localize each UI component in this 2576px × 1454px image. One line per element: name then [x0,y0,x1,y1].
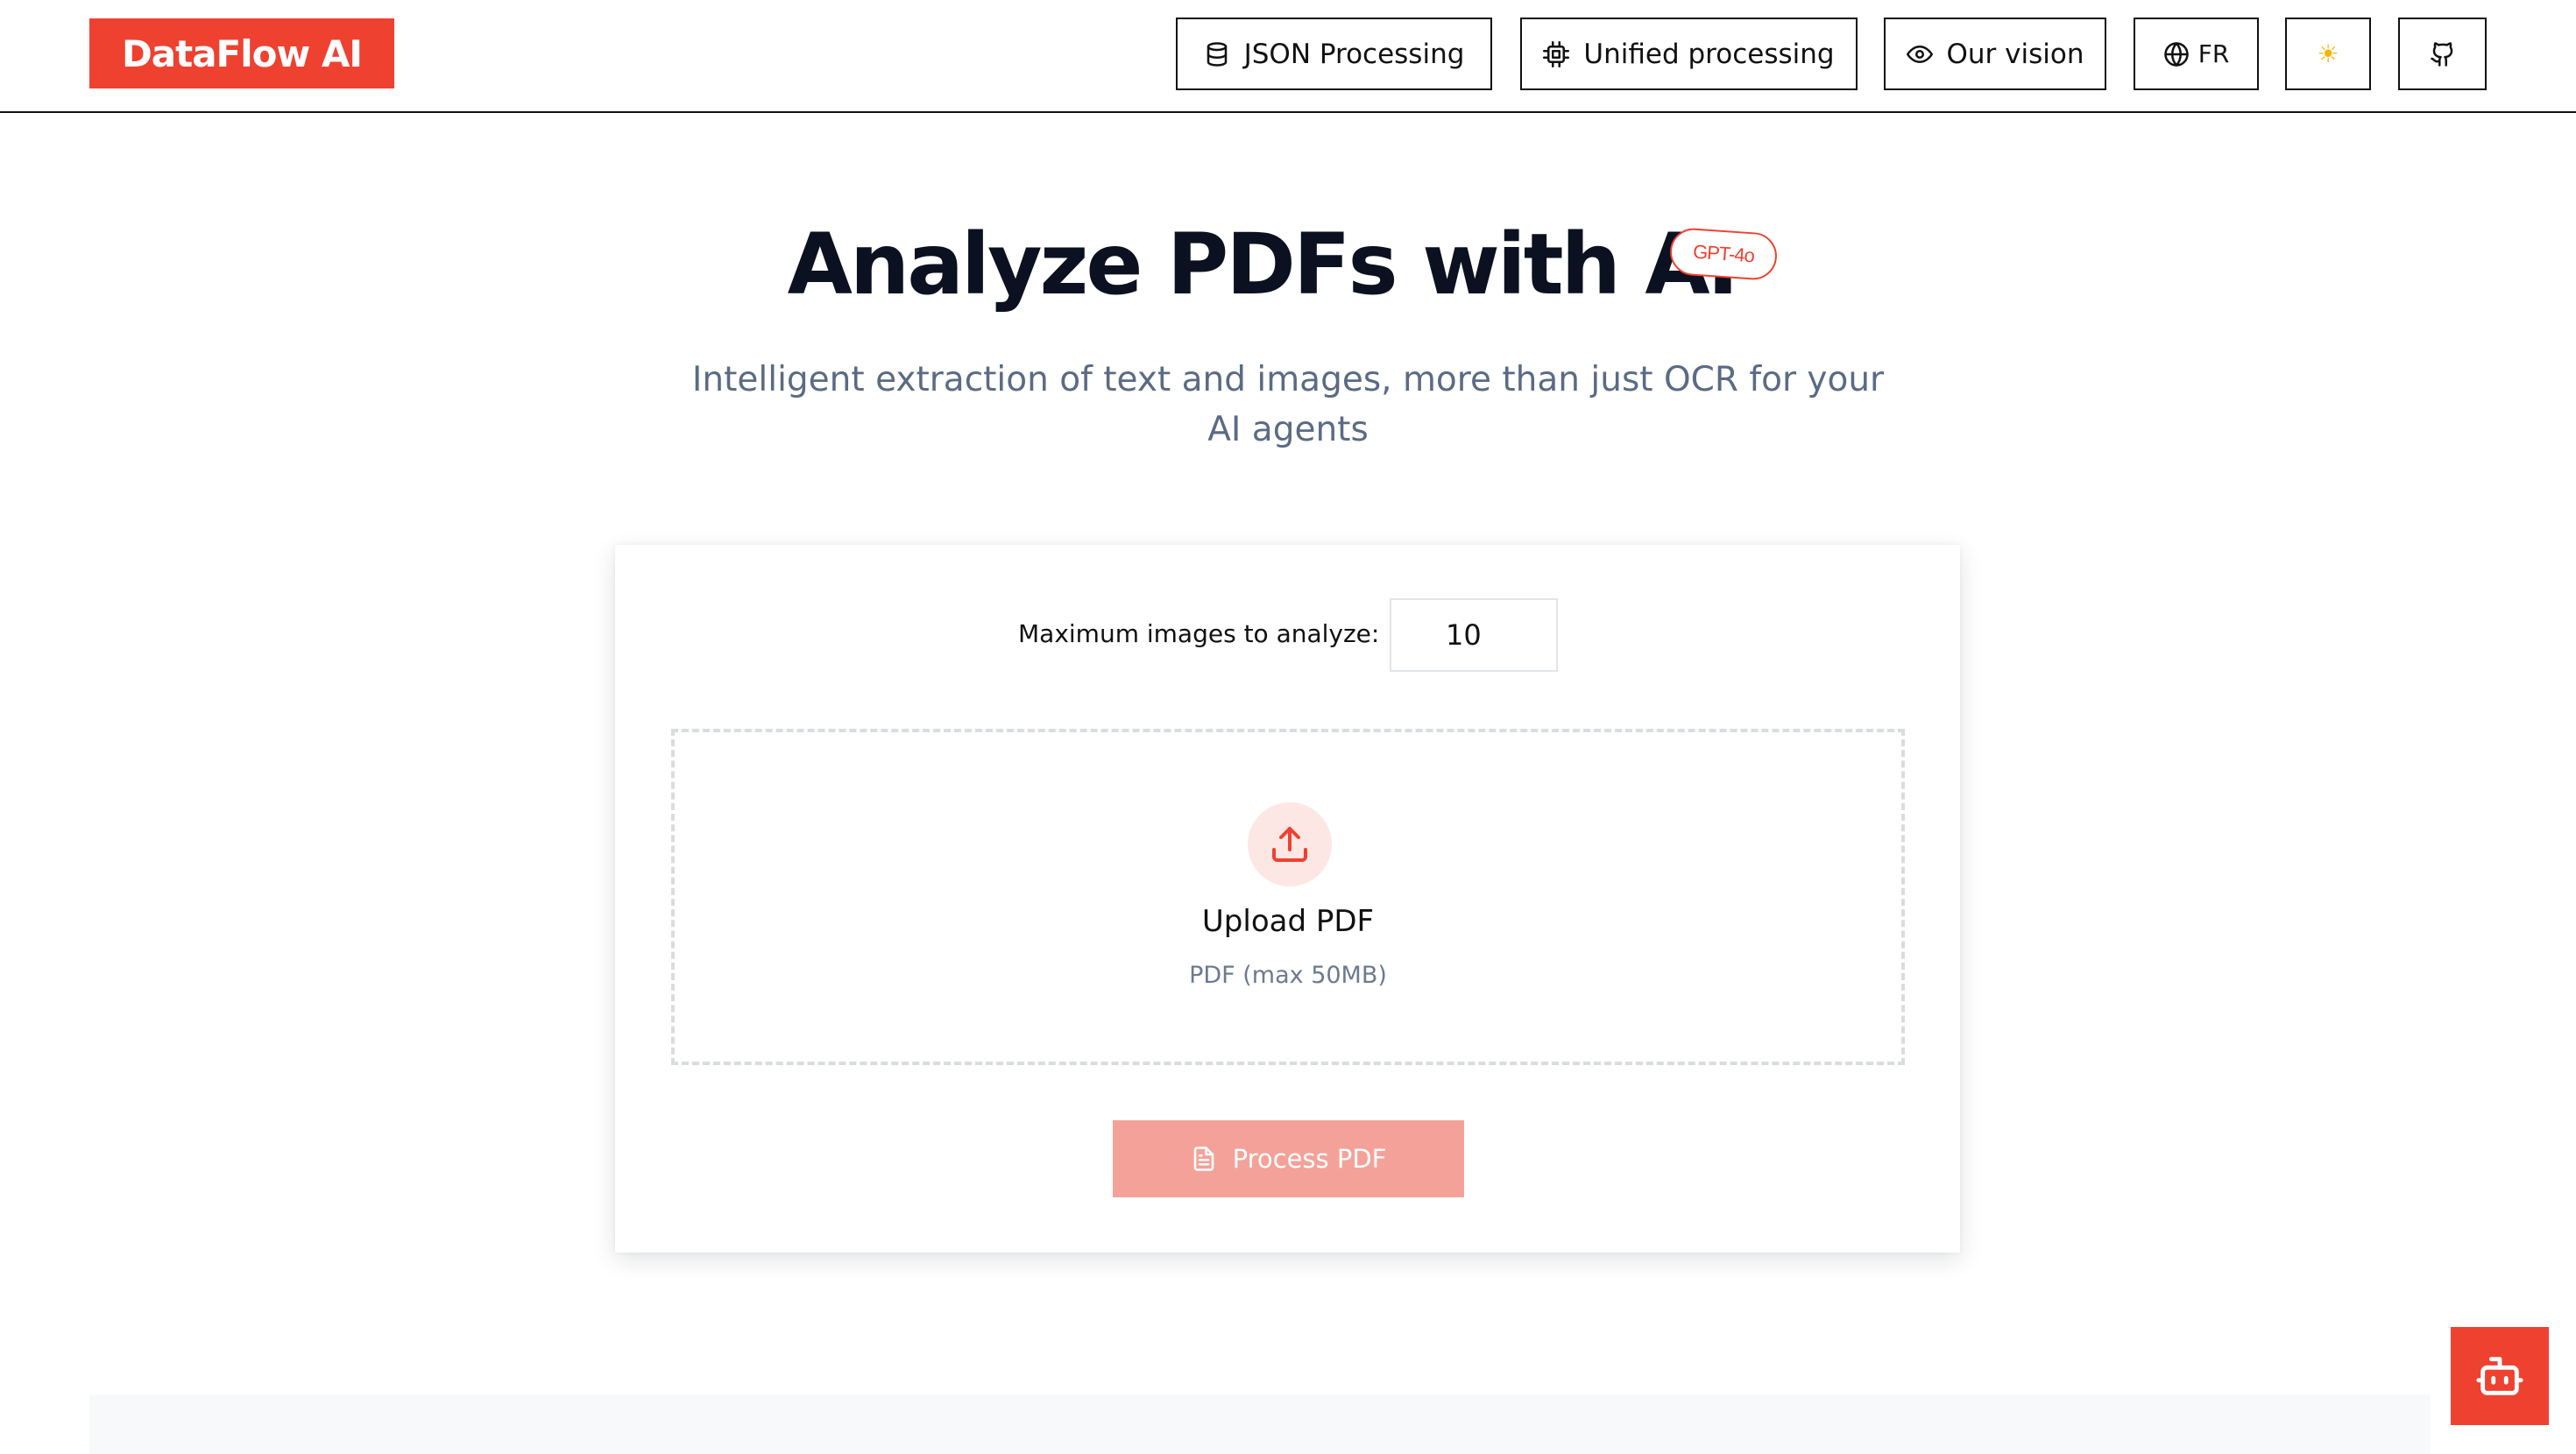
bottom-section [89,1394,2431,1454]
json-processing-button[interactable]: JSON Processing [1176,18,1492,90]
database-icon [1207,41,1227,67]
process-pdf-button[interactable]: Process PDF [1113,1120,1464,1197]
page-subtitle: Intelligent extraction of text and image… [691,360,1885,449]
theme-toggle-button[interactable]: ☀ [2285,18,2371,90]
brand-logo[interactable]: DataFlow AI [89,18,394,88]
upload-icon-circle [1248,802,1332,886]
unified-processing-button[interactable]: Unified processing [1520,18,1858,90]
unified-processing-label: Unified processing [1583,38,1835,70]
model-badge: GPT-4o [1668,226,1779,282]
top-navbar: DataFlow AI JSON Processing Unified proc… [0,0,2576,113]
cpu-chip-icon [1543,40,1570,67]
pdf-upload-card: Maximum images to analyze: Upload PDF PD… [615,545,1960,1253]
our-vision-button[interactable]: Our vision [1884,18,2106,90]
language-label: FR [2197,39,2230,68]
document-icon [1193,1147,1214,1171]
page-title: Analyze PDFs with AI [0,215,2576,314]
github-icon [2430,41,2452,67]
page-title-text: Analyze PDFs with AI [787,215,1739,314]
eye-icon [1906,45,1933,63]
robot-icon [2476,1357,2523,1395]
json-processing-label: JSON Processing [1243,38,1465,70]
sun-icon: ☀ [2317,39,2339,68]
pdf-dropzone[interactable]: Upload PDF PDF (max 50MB) [671,729,1905,1065]
our-vision-label: Our vision [1946,38,2084,70]
max-images-input[interactable] [1390,598,1558,672]
max-images-label: Maximum images to analyze: [1018,619,1380,648]
language-toggle-button[interactable]: FR [2134,18,2259,90]
process-pdf-label: Process PDF [1232,1144,1387,1174]
upload-title: Upload PDF [1201,904,1375,939]
globe-icon [2163,41,2189,67]
upload-hint: PDF (max 50MB) [1189,962,1387,989]
upload-icon [1272,827,1307,862]
chat-assistant-button[interactable] [2451,1327,2549,1425]
github-link-button[interactable] [2398,18,2487,90]
